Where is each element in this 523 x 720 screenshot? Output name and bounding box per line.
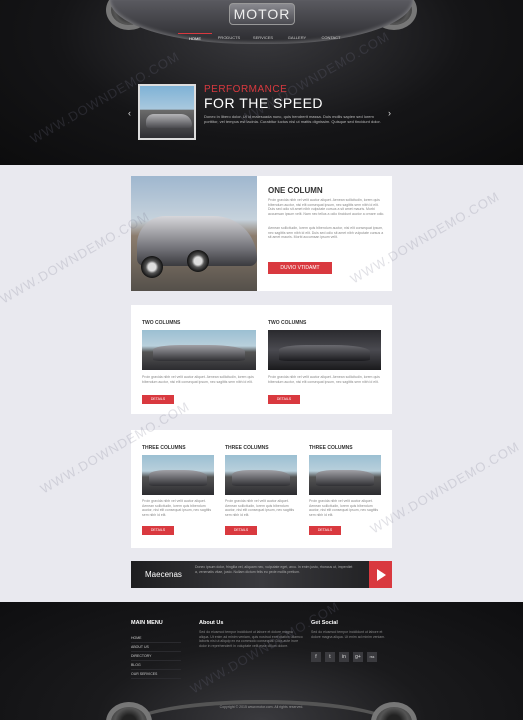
three-col-button-3[interactable]: DETAILS: [309, 526, 341, 535]
three-col-text-1: Proin gravida nibh vel velit auctor aliq…: [142, 499, 212, 517]
two-col-car-image-1: [142, 330, 256, 370]
two-col-title-2: TWO COLUMNS: [268, 320, 307, 326]
facebook-icon[interactable]: f: [311, 652, 321, 662]
one-column-car-image: [131, 176, 257, 291]
two-col-text-1: Proin gravida nibh vel velit auctor aliq…: [142, 375, 254, 384]
nav-products[interactable]: PRODUCTS: [212, 33, 246, 41]
two-columns-panel: TWO COLUMNS Proin gravida nibh vel velit…: [131, 305, 392, 414]
three-columns-panel: THREE COLUMNS Proin gravida nibh vel vel…: [131, 430, 392, 548]
footer-menu-item-services[interactable]: OUR SERVICES: [131, 670, 181, 679]
one-column-text: Proin gravida nibh vel velit auctor aliq…: [268, 198, 385, 216]
three-col-title-1: THREE COLUMNS: [142, 445, 186, 451]
footer-menu-item-home[interactable]: HOME: [131, 634, 181, 643]
two-col-title-1: TWO COLUMNS: [142, 320, 181, 326]
two-col-button-1[interactable]: DETAILS: [142, 395, 174, 404]
three-col-car-image-1: [142, 455, 214, 495]
play-button-icon[interactable]: [369, 561, 392, 588]
nav-contact[interactable]: CONTACT: [314, 33, 348, 41]
banner-title: Maecenas: [145, 570, 182, 579]
three-col-text-3: Proin gravida nibh vel velit auctor aliq…: [309, 499, 379, 517]
site-header: MOTOR HOME PRODUCTS SERVICES GALLERY CON…: [0, 0, 523, 165]
two-col-car-image-2: [268, 330, 381, 370]
nav-home[interactable]: HOME: [178, 33, 212, 41]
footer-about-text: Sed do eiusmod tempor incididunt ut labo…: [199, 630, 303, 648]
nav-gallery[interactable]: GALLERY: [280, 33, 314, 41]
footer-social-text: Sed do eiusmod tempor incididunt ut labo…: [311, 630, 386, 639]
main-nav: HOME PRODUCTS SERVICES GALLERY CONTACT: [178, 33, 348, 41]
one-column-panel: ONE COLUMN Proin gravida nibh vel velit …: [131, 176, 392, 291]
three-col-car-image-3: [309, 455, 381, 495]
rss-icon[interactable]: rss: [367, 652, 377, 662]
one-column-button[interactable]: DUVIO VTIDAMT: [268, 262, 332, 274]
three-col-text-2: Proin gravida nibh vel velit auctor aliq…: [225, 499, 295, 517]
three-col-button-1[interactable]: DETAILS: [142, 526, 174, 535]
footer-menu-item-directory[interactable]: DIRECTORY: [131, 652, 181, 661]
slider-next-arrow-icon[interactable]: ›: [388, 108, 391, 118]
site-logo[interactable]: MOTOR: [229, 3, 295, 25]
three-col-car-image-2: [225, 455, 297, 495]
slider-prev-arrow-icon[interactable]: ‹: [128, 108, 131, 118]
one-column-title: ONE COLUMN: [268, 186, 323, 195]
footer-menu-item-about[interactable]: ABOUT US: [131, 643, 181, 652]
footer-menu-title: MAIN MENU: [131, 620, 163, 626]
footer-menu: HOME ABOUT US DIRECTORY BLOG OUR SERVICE…: [131, 634, 181, 679]
three-col-title-3: THREE COLUMNS: [309, 445, 353, 451]
nav-services[interactable]: SERVICES: [246, 33, 280, 41]
slide-text: Donec in libero dolor. Ut id malesuada n…: [204, 114, 381, 124]
google-plus-icon[interactable]: g+: [353, 652, 363, 662]
slide-thumbnail: [138, 84, 196, 140]
twitter-icon[interactable]: t: [325, 652, 335, 662]
cta-banner: Maecenas Donec ipsum dolor, fringilla ve…: [131, 561, 392, 588]
linkedin-icon[interactable]: in: [339, 652, 349, 662]
banner-text: Donec ipsum dolor, fringilla vel, aliqua…: [195, 565, 353, 574]
footer-about-title: About Us: [199, 620, 224, 626]
footer-grille-graphic: [120, 700, 403, 720]
slide-kicker: PERFORMANCE: [204, 84, 288, 95]
three-col-title-2: THREE COLUMNS: [225, 445, 269, 451]
copyright-text: Copyright © 2015 www.motor.com. All righ…: [219, 705, 304, 709]
two-col-button-2[interactable]: DETAILS: [268, 395, 300, 404]
two-col-text-2: Proin gravida nibh vel velit auctor aliq…: [268, 375, 380, 384]
site-footer: MAIN MENU HOME ABOUT US DIRECTORY BLOG O…: [0, 602, 523, 720]
slide-title: FOR THE SPEED: [204, 95, 324, 111]
one-column-text-2: Aenean sollicitudin, lorem quis bibendum…: [268, 226, 384, 239]
three-col-button-2[interactable]: DETAILS: [225, 526, 257, 535]
footer-menu-item-blog[interactable]: BLOG: [131, 661, 181, 670]
footer-social-title: Get Social: [311, 620, 338, 626]
watermark: WWW.DOWNDEMO.COM: [0, 208, 153, 307]
